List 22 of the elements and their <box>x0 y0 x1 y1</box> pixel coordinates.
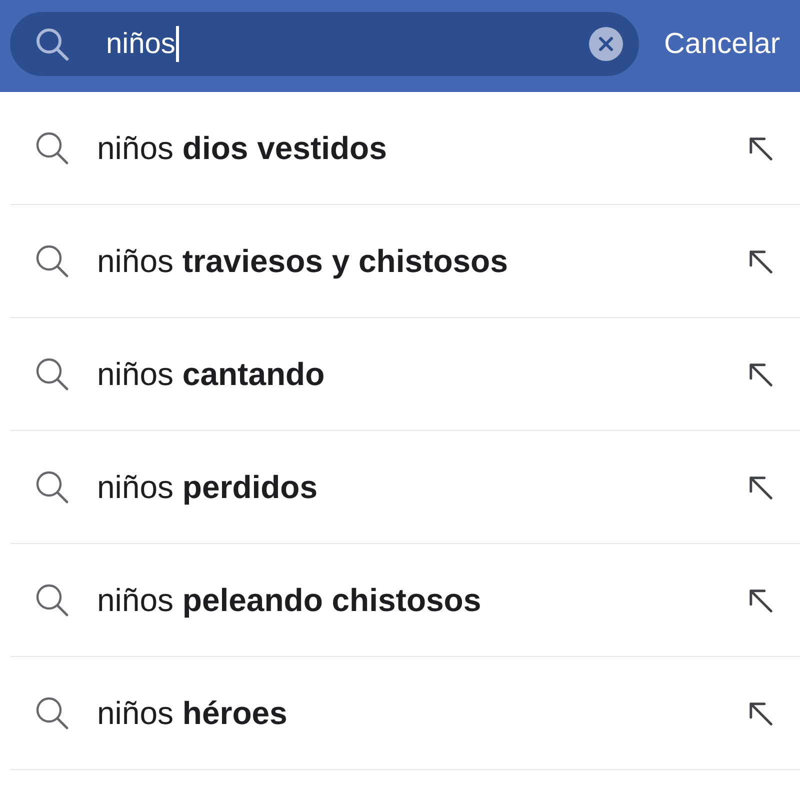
cancel-button[interactable]: Cancelar <box>664 26 780 62</box>
arrow-up-left-icon[interactable] <box>748 136 773 160</box>
search-icon <box>35 27 69 61</box>
suggestion-link[interactable]: niños dios vestidos <box>97 128 387 168</box>
arrow-up-left-icon[interactable] <box>748 588 773 612</box>
suggestion-link[interactable]: niños peleando chistosos <box>97 580 482 620</box>
search-icon <box>35 696 69 730</box>
suggestion-link[interactable]: niños perdidos <box>97 467 318 507</box>
arrow-up-left-icon[interactable] <box>748 474 773 500</box>
arrow-up-left-icon[interactable] <box>748 362 773 386</box>
clear-button[interactable] <box>588 27 623 61</box>
suggestion-link[interactable]: niños héroes <box>97 693 288 733</box>
search-icon <box>35 470 69 504</box>
search-icon <box>35 131 69 165</box>
search-icon <box>35 583 69 617</box>
suggestion-link[interactable]: niños traviesos y chistosos <box>97 241 508 281</box>
search-icon <box>35 357 69 391</box>
arrow-up-left-icon[interactable] <box>748 700 773 726</box>
arrow-up-left-icon[interactable] <box>748 248 773 274</box>
search-field[interactable]: niños <box>10 12 639 76</box>
suggestion-link[interactable]: niños cantando <box>97 354 325 394</box>
search-icon <box>35 244 69 278</box>
